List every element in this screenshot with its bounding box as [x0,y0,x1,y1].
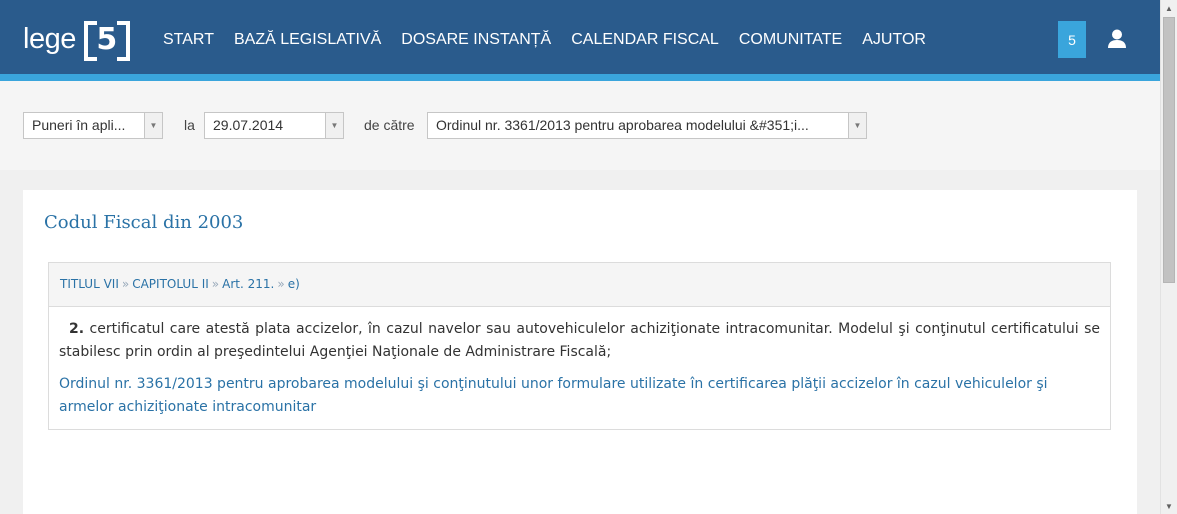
breadcrumb: TITLUL VII» CAPITOLUL II» Art. 211.» e) [49,263,1110,307]
de-catre-label: de către [364,117,415,133]
breadcrumb-titlu[interactable]: TITLUL VII [60,277,119,291]
chevron-down-icon: ▼ [848,113,866,138]
paragraph-number: 2. [69,321,85,337]
document-title: Codul Fiscal din 2003 [44,212,244,233]
document-content: Codul Fiscal din 2003 TITLUL VII» CAPITOL… [23,190,1137,514]
nav-ajutor[interactable]: AJUTOR [862,29,926,51]
nav-start[interactable]: START [163,29,214,51]
act-select[interactable]: Ordinul nr. 3361/2013 pentru aprobarea m… [427,112,867,139]
breadcrumb-separator: » [211,277,220,291]
logo-number: 5 [83,21,130,61]
la-label: la [184,117,195,133]
vertical-scrollbar[interactable]: ▲ ▼ [1160,0,1177,514]
paragraph-text: certificatul care atestă plata accizelor… [59,321,1100,360]
nav-calendar-fiscal[interactable]: CALENDAR FISCAL [571,29,719,51]
breadcrumb-litera[interactable]: e) [288,277,300,291]
logo[interactable]: lege 5 [23,19,130,61]
notification-badge[interactable]: 5 [1058,21,1086,58]
chevron-down-icon: ▼ [325,113,343,138]
chevron-down-icon: ▼ [144,113,162,138]
scroll-thumb[interactable] [1163,17,1175,283]
scroll-up-icon[interactable]: ▲ [1161,0,1177,16]
scroll-down-icon[interactable]: ▼ [1161,498,1177,514]
nav-baza-legislativa[interactable]: BAZĂ LEGISLATIVĂ [234,29,381,51]
user-icon[interactable] [1106,28,1128,50]
order-link[interactable]: Ordinul nr. 3361/2013 pentru aprobarea m… [59,373,1100,419]
article-panel: TITLUL VII» CAPITOLUL II» Art. 211.» e) 2. … [48,262,1111,430]
nav-comunitate[interactable]: COMUNITATE [739,29,842,51]
breadcrumb-capitol[interactable]: CAPITOLUL II [132,277,209,291]
date-select-value: 29.07.2014 [213,117,284,133]
header-stripe [0,74,1160,81]
logo-text: lege [23,23,76,55]
main-nav: START BAZĂ LEGISLATIVĂ DOSARE INSTANȚĂ C… [163,29,946,51]
top-header: lege 5 START BAZĂ LEGISLATIVĂ DOSARE INS… [0,0,1160,74]
date-select[interactable]: 29.07.2014 ▼ [204,112,344,139]
type-select-value: Puneri în apli... [32,117,126,133]
breadcrumb-separator: » [277,277,285,291]
article-paragraph: 2. certificatul care atestă plata accize… [59,318,1100,364]
breadcrumb-articol[interactable]: Art. 211. [222,277,274,291]
breadcrumb-separator: » [121,277,130,291]
type-select[interactable]: Puneri în apli... ▼ [23,112,163,139]
act-select-value: Ordinul nr. 3361/2013 pentru aprobarea m… [436,117,809,133]
nav-dosare-instanta[interactable]: DOSARE INSTANȚĂ [401,29,551,51]
filter-bar: Puneri în apli... ▼ la 29.07.2014 ▼ de c… [0,81,1160,170]
